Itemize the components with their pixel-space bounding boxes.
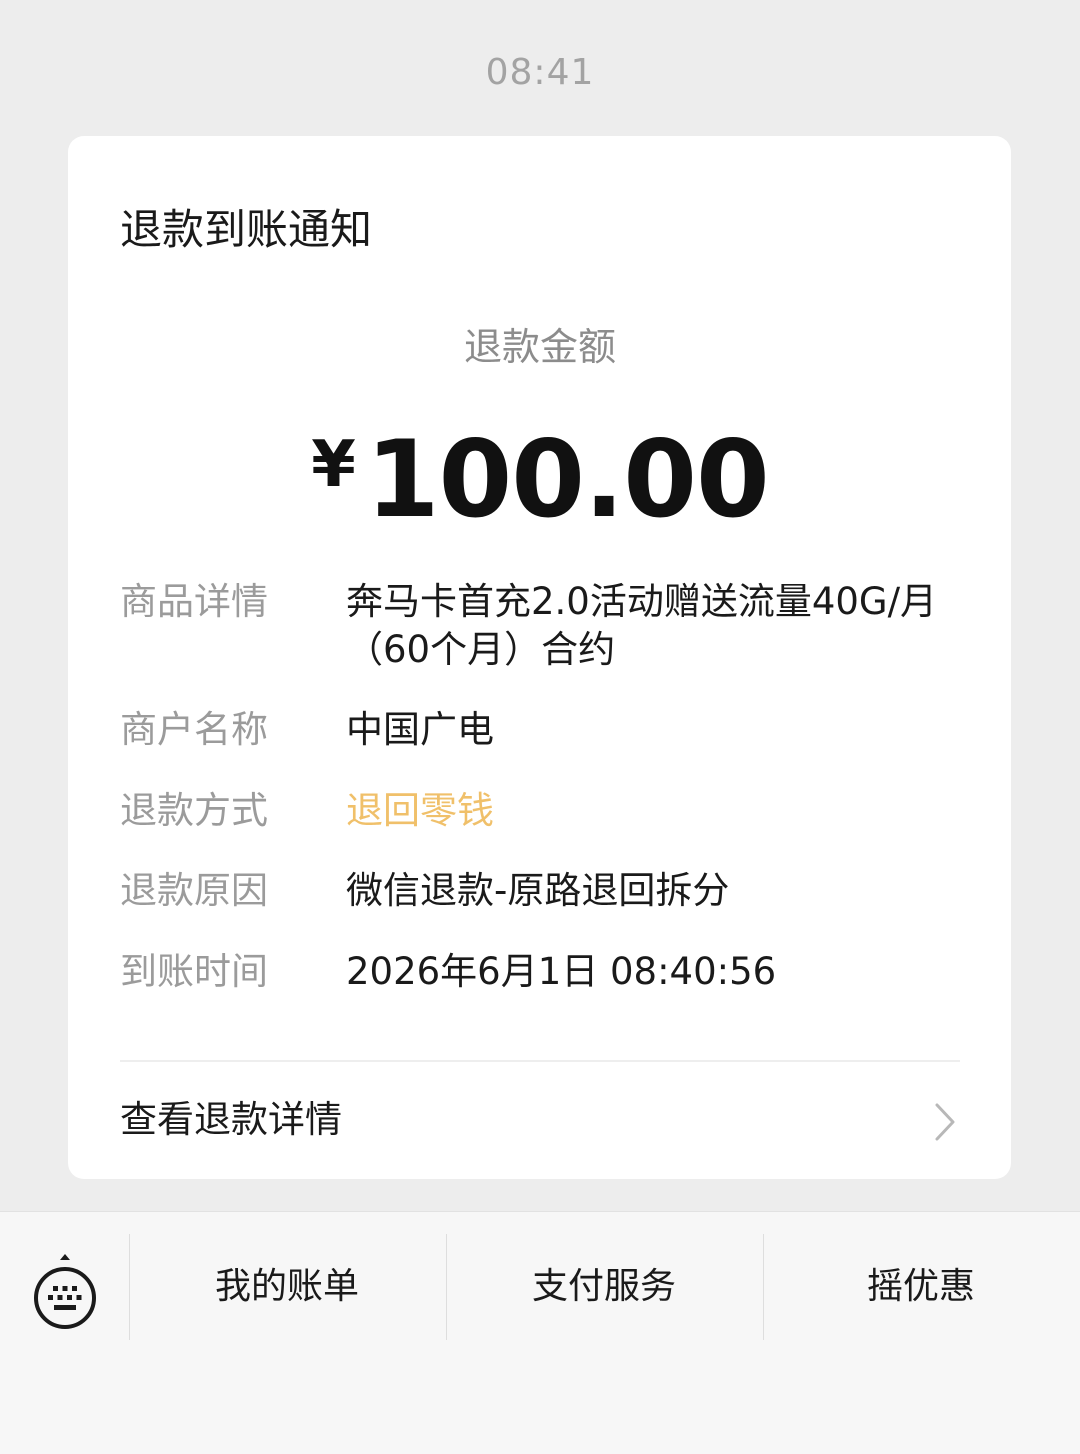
chevron-right-icon [935, 1103, 955, 1141]
menu-item-shake-deals[interactable]: 摇优惠 [763, 1234, 1079, 1340]
card-divider [120, 1060, 960, 1062]
detail-label: 商品详情 [120, 580, 268, 623]
amount-label: 退款金额 [463, 325, 616, 369]
card-title: 退款到账通知 [120, 205, 373, 254]
detail-label: 退款方式 [120, 789, 268, 832]
menu-item-my-bills[interactable]: 我的账单 [129, 1234, 445, 1340]
amount-value: 100.00 [365, 418, 770, 541]
currency-symbol: ¥ [311, 428, 356, 502]
detail-label: 商户名称 [120, 708, 268, 751]
detail-value: 微信退款-原路退回拆分 [346, 869, 730, 912]
bottom-menu-bar: 我的账单 支付服务 摇优惠 [0, 1211, 1080, 1454]
message-timestamp: 08:41 [485, 52, 595, 93]
detail-label: 到账时间 [120, 950, 268, 993]
detail-value: 奔马卡首充2.0活动赠送流量40G/月（60个月）合约 [346, 580, 938, 671]
keyboard-icon [34, 1254, 96, 1329]
detail-value: 退回零钱 [346, 789, 494, 832]
view-refund-details-label: 查看退款详情 [120, 1098, 342, 1141]
detail-value: 2026年6月1日 08:40:56 [346, 950, 777, 993]
refund-amount: ¥100.00 [0, 400, 1080, 576]
detail-label: 退款原因 [120, 869, 268, 912]
menu-item-payment-services[interactable]: 支付服务 [446, 1234, 762, 1340]
keyboard-toggle-button[interactable] [28, 1252, 102, 1332]
detail-value: 中国广电 [346, 708, 494, 751]
view-refund-details-link[interactable]: 查看退款详情 [120, 1094, 960, 1150]
